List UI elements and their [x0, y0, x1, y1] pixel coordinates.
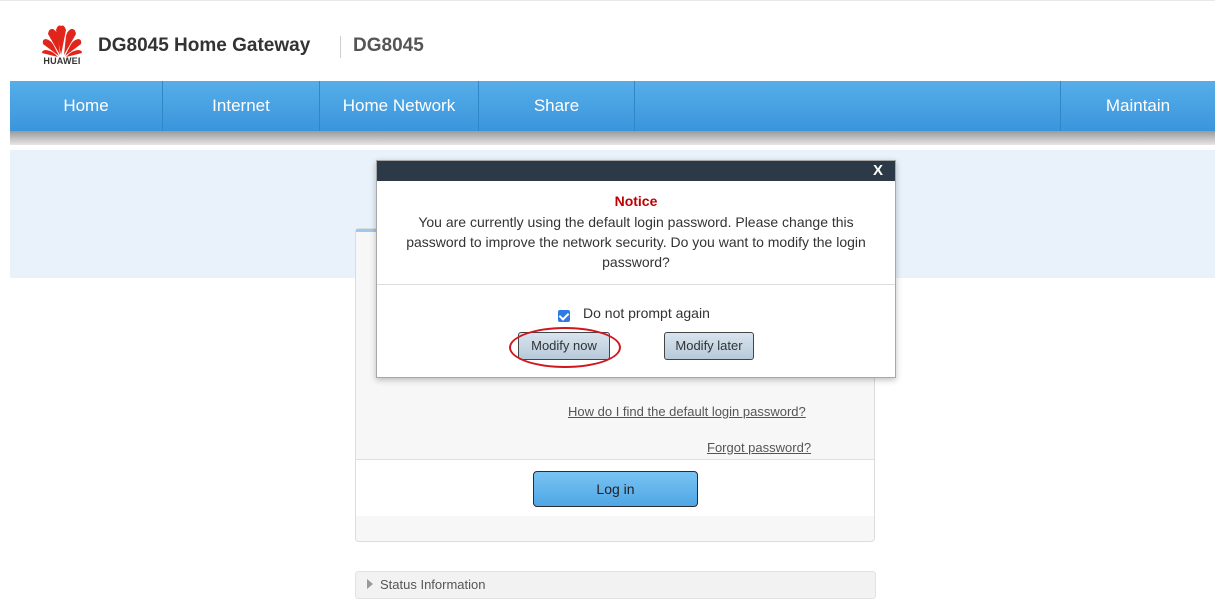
nav-item-maintain[interactable]: Maintain — [1061, 81, 1215, 131]
do-not-prompt-label[interactable]: Do not prompt again — [583, 305, 710, 321]
modify-later-button[interactable]: Modify later — [664, 332, 754, 360]
dialog-divider — [377, 284, 895, 285]
checkmark-icon — [558, 310, 570, 321]
forgot-password-link[interactable]: Forgot password? — [707, 440, 811, 455]
model-name: DG8045 — [353, 35, 424, 56]
login-card-footer — [356, 516, 874, 541]
expand-arrow-icon — [367, 579, 373, 589]
nav-item-home[interactable]: Home — [10, 81, 162, 131]
status-information-bar[interactable]: Status Information — [355, 571, 876, 599]
nav-divider — [634, 81, 635, 131]
status-information-label: Status Information — [380, 577, 486, 592]
nav-item-internet[interactable]: Internet — [163, 81, 319, 131]
nav-shadow — [10, 131, 1215, 145]
nav-item-share[interactable]: Share — [479, 81, 634, 131]
nav-item-home-network[interactable]: Home Network — [320, 81, 478, 131]
main-nav: Home Internet Home Network Share Maintai… — [10, 81, 1215, 131]
checkbox-checked-icon[interactable] — [558, 310, 570, 322]
title-divider — [340, 36, 341, 58]
login-card-divider — [356, 459, 874, 460]
login-button[interactable]: Log in — [533, 471, 698, 507]
notice-dialog: X Notice You are currently using the def… — [376, 160, 896, 378]
close-button[interactable]: X — [873, 161, 883, 181]
huawei-logo-text: HUAWEI — [43, 56, 81, 66]
product-title: DG8045 Home Gateway — [98, 35, 311, 56]
default-password-link[interactable]: How do I find the default login password… — [568, 404, 806, 419]
modify-now-button[interactable]: Modify now — [518, 332, 610, 360]
dialog-message: You are currently using the default logi… — [406, 214, 866, 270]
header-top-line — [0, 0, 1215, 1]
dialog-title: Notice — [614, 193, 658, 209]
dialog-titlebar: X — [377, 161, 895, 181]
